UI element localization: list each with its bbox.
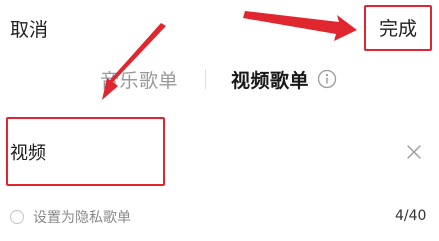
annotation-arrow-to-done <box>243 11 357 41</box>
done-button[interactable]: 完成 <box>379 17 417 41</box>
playlist-type-tabs: 音乐歌单 视频歌单 <box>100 64 337 94</box>
private-playlist-label: 设置为隐私歌单 <box>33 210 131 226</box>
cancel-button[interactable]: 取消 <box>10 18 48 42</box>
playlist-name-input[interactable] <box>10 140 310 164</box>
annotation-arrows <box>102 11 357 100</box>
tab-divider <box>205 69 207 89</box>
private-playlist-toggle[interactable]: 设置为隐私歌单 <box>10 206 131 228</box>
close-icon[interactable] <box>405 143 423 161</box>
tab-music-playlist[interactable]: 音乐歌单 <box>100 66 178 93</box>
radio-circle[interactable] <box>10 210 24 224</box>
info-icon[interactable] <box>317 69 337 89</box>
tab-video-playlist[interactable]: 视频歌单 <box>231 66 309 93</box>
name-length-counter: 4/40 <box>395 208 427 224</box>
